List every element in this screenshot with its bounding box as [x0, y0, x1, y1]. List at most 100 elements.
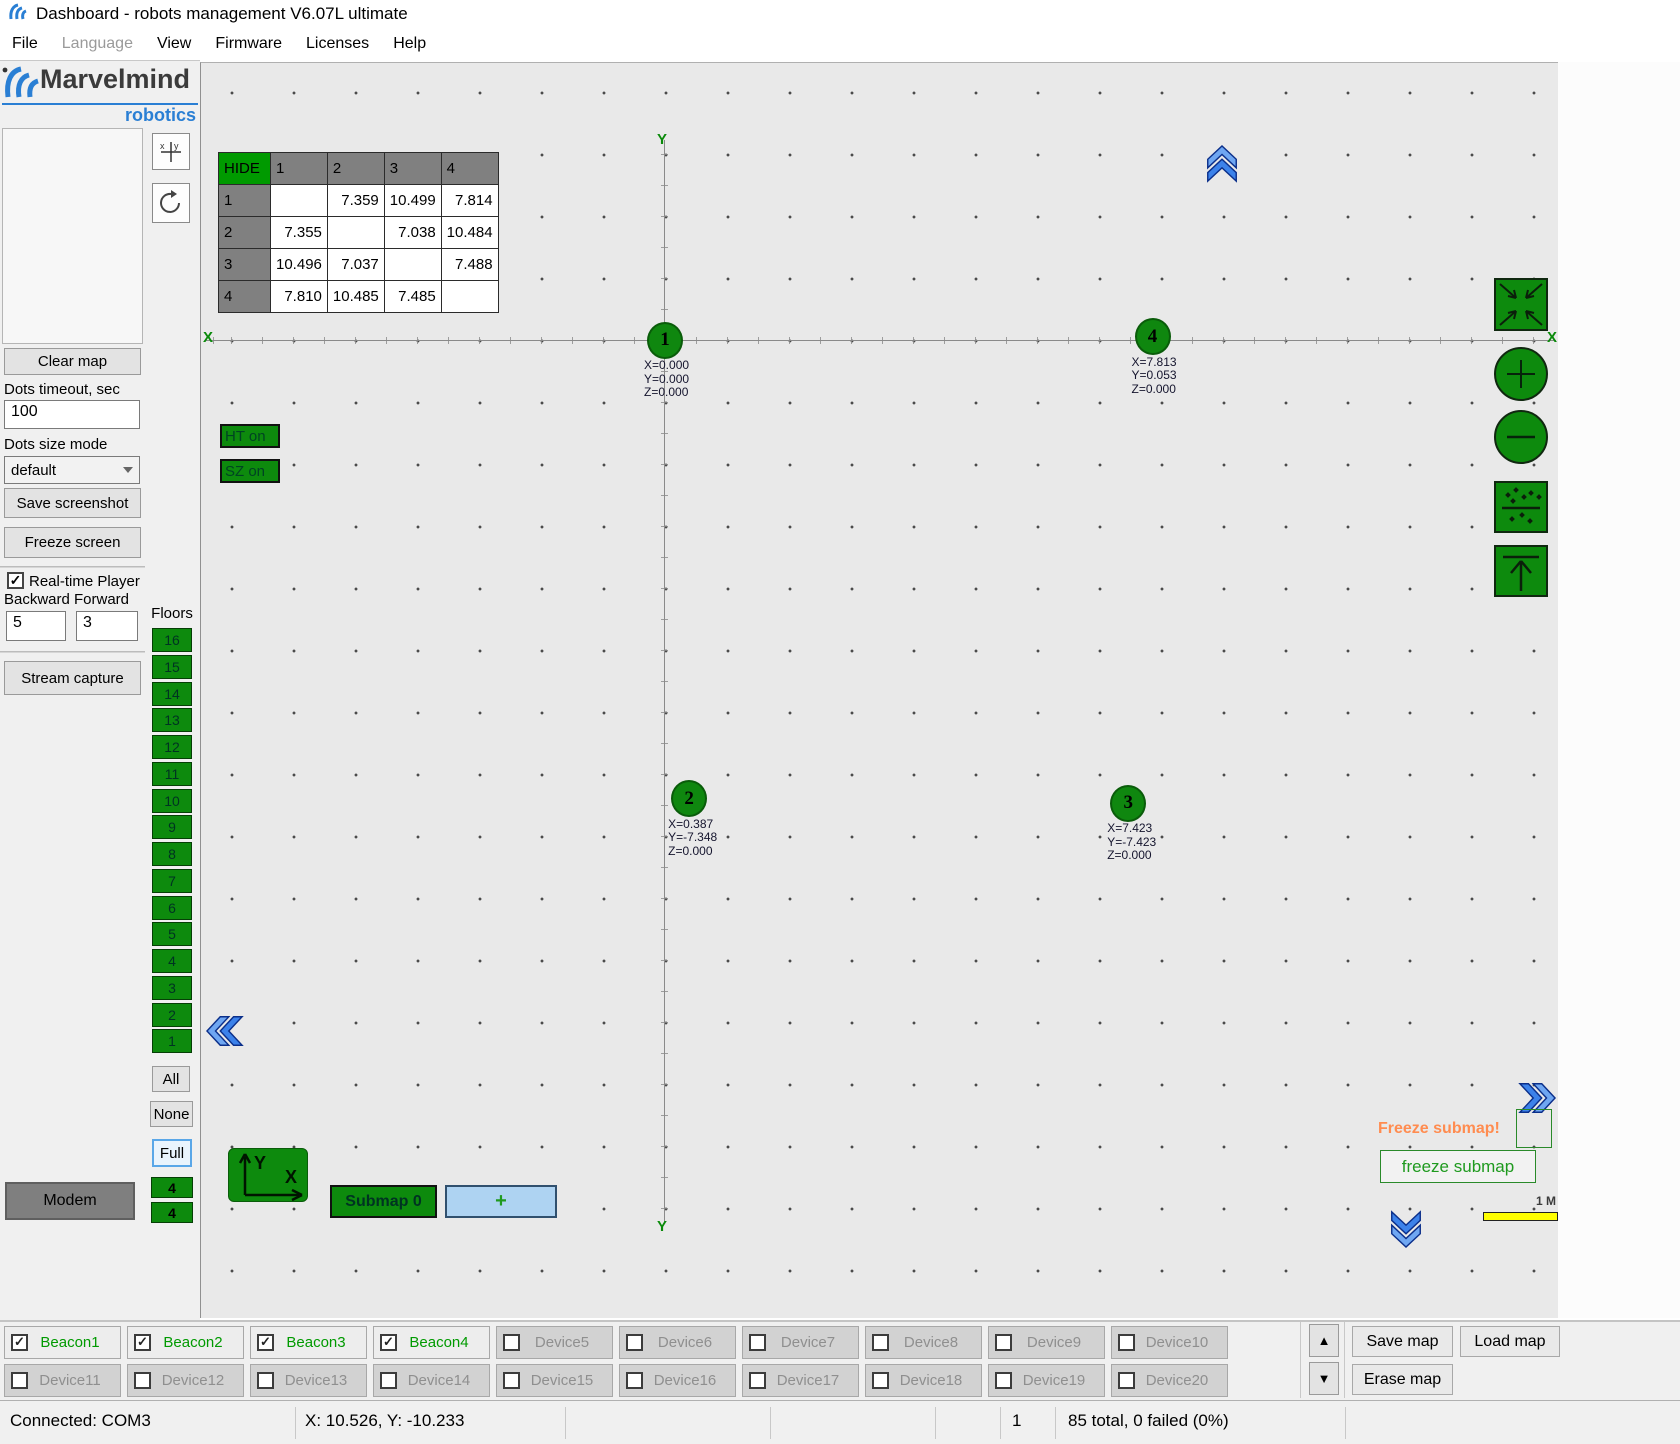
device-checkbox[interactable] — [11, 1372, 28, 1389]
matrix-hide-button[interactable]: HIDE — [219, 153, 271, 185]
device-checkbox[interactable]: ✓ — [134, 1334, 151, 1351]
menu-item-view[interactable]: View — [145, 32, 203, 56]
forward-input[interactable]: 3 — [76, 611, 138, 641]
dots-size-select[interactable]: default — [4, 456, 140, 484]
device-checkbox[interactable] — [872, 1372, 889, 1389]
submap-0-button[interactable]: Submap 0 — [330, 1185, 437, 1218]
device-button-device6[interactable]: Device6 — [619, 1326, 736, 1359]
device-button-device17[interactable]: Device17 — [742, 1364, 859, 1397]
sz-toggle-button[interactable]: SZ on — [220, 459, 280, 483]
submap-count-button[interactable]: 4 — [151, 1202, 193, 1223]
floors-none-button[interactable]: None — [150, 1101, 193, 1127]
floor-button-7[interactable]: 7 — [152, 869, 192, 893]
backward-input[interactable]: 5 — [6, 611, 66, 641]
floor-button-4[interactable]: 4 — [152, 949, 192, 973]
device-button-device20[interactable]: Device20 — [1111, 1364, 1228, 1397]
floor-button-13[interactable]: 13 — [152, 708, 192, 732]
clear-map-button[interactable]: Clear map — [4, 348, 141, 375]
floor-button-16[interactable]: 16 — [152, 628, 192, 652]
device-checkbox[interactable] — [380, 1372, 397, 1389]
device-button-device18[interactable]: Device18 — [865, 1364, 982, 1397]
floor-button-6[interactable]: 6 — [152, 896, 192, 920]
ht-toggle-button[interactable]: HT on — [220, 424, 280, 448]
realtime-player-checkbox[interactable]: ✓ — [7, 572, 24, 589]
device-checkbox[interactable] — [749, 1334, 766, 1351]
save-screenshot-button[interactable]: Save screenshot — [4, 488, 141, 518]
zoom-in-button[interactable] — [1494, 347, 1548, 401]
device-button-device19[interactable]: Device19 — [988, 1364, 1105, 1397]
device-button-beacon4[interactable]: ✓Beacon4 — [373, 1326, 490, 1359]
device-button-beacon1[interactable]: ✓Beacon1 — [4, 1326, 121, 1359]
device-button-device12[interactable]: Device12 — [127, 1364, 244, 1397]
device-checkbox[interactable] — [257, 1372, 274, 1389]
save-map-button[interactable]: Save map — [1352, 1326, 1453, 1357]
devices-scroll-down-button[interactable]: ▼ — [1309, 1362, 1339, 1395]
pan-up-chevron[interactable] — [1203, 144, 1241, 184]
floor-button-12[interactable]: 12 — [152, 735, 192, 759]
menu-item-language[interactable]: Language — [50, 32, 145, 56]
device-button-device14[interactable]: Device14 — [373, 1364, 490, 1397]
floor-button-9[interactable]: 9 — [152, 815, 192, 839]
fit-to-screen-button[interactable] — [1494, 278, 1548, 331]
floor-button-14[interactable]: 14 — [152, 682, 192, 706]
floor-button-11[interactable]: 11 — [152, 762, 192, 786]
device-checkbox[interactable] — [995, 1372, 1012, 1389]
device-button-device11[interactable]: Device11 — [4, 1364, 121, 1397]
floors-all-button[interactable]: All — [152, 1066, 190, 1092]
dots-filter-button[interactable] — [1494, 481, 1548, 533]
floor-button-5[interactable]: 5 — [152, 922, 192, 946]
freeze-submap-button[interactable]: freeze submap — [1380, 1150, 1536, 1183]
modem-button[interactable]: Modem — [5, 1182, 135, 1220]
device-button-device16[interactable]: Device16 — [619, 1364, 736, 1397]
menu-item-firmware[interactable]: Firmware — [203, 32, 294, 56]
floor-button-8[interactable]: 8 — [152, 842, 192, 866]
device-checkbox[interactable] — [503, 1372, 520, 1389]
device-button-device9[interactable]: Device9 — [988, 1326, 1105, 1359]
device-checkbox[interactable] — [626, 1334, 643, 1351]
beacon-marker-2[interactable]: 2 — [671, 780, 707, 817]
zoom-out-button[interactable] — [1494, 410, 1548, 464]
device-checkbox[interactable] — [749, 1372, 766, 1389]
add-submap-button[interactable]: + — [445, 1185, 557, 1218]
dots-timeout-input[interactable]: 100 — [4, 400, 140, 429]
load-map-button[interactable]: Load map — [1460, 1326, 1560, 1357]
erase-map-button[interactable]: Erase map — [1352, 1364, 1453, 1395]
pan-down-chevron[interactable] — [1387, 1208, 1425, 1250]
device-button-device13[interactable]: Device13 — [250, 1364, 367, 1397]
axes-tool-button[interactable]: x y — [152, 133, 190, 170]
device-button-device15[interactable]: Device15 — [496, 1364, 613, 1397]
device-button-device10[interactable]: Device10 — [1111, 1326, 1228, 1359]
floors-full-button[interactable]: Full — [152, 1139, 192, 1167]
device-checkbox[interactable] — [503, 1334, 520, 1351]
device-checkbox[interactable]: ✓ — [11, 1334, 28, 1351]
device-button-device7[interactable]: Device7 — [742, 1326, 859, 1359]
rotate-tool-button[interactable] — [152, 183, 190, 223]
floor-button-15[interactable]: 15 — [152, 655, 192, 679]
floor-button-3[interactable]: 3 — [152, 976, 192, 1000]
devices-scroll-up-button[interactable]: ▲ — [1309, 1324, 1339, 1357]
freeze-screen-button[interactable]: Freeze screen — [4, 527, 141, 558]
device-button-beacon3[interactable]: ✓Beacon3 — [250, 1326, 367, 1359]
device-checkbox[interactable]: ✓ — [380, 1334, 397, 1351]
submap-count-button[interactable]: 4 — [151, 1177, 193, 1198]
device-checkbox[interactable] — [134, 1372, 151, 1389]
menu-item-file[interactable]: File — [0, 32, 50, 56]
device-checkbox[interactable] — [995, 1334, 1012, 1351]
device-button-device5[interactable]: Device5 — [496, 1326, 613, 1359]
beacon-marker-1[interactable]: 1 — [647, 322, 683, 359]
menu-item-help[interactable]: Help — [381, 32, 438, 56]
stream-capture-button[interactable]: Stream capture — [4, 661, 141, 695]
freeze-submap-checkbox[interactable] — [1516, 1109, 1552, 1148]
menu-item-licenses[interactable]: Licenses — [294, 32, 381, 56]
device-button-device8[interactable]: Device8 — [865, 1326, 982, 1359]
device-checkbox[interactable] — [872, 1334, 889, 1351]
beacon-marker-3[interactable]: 3 — [1110, 785, 1146, 822]
beacon-marker-4[interactable]: 4 — [1135, 318, 1171, 355]
move-up-button[interactable] — [1494, 545, 1548, 597]
device-checkbox[interactable] — [1118, 1334, 1135, 1351]
floor-button-2[interactable]: 2 — [152, 1003, 192, 1027]
floor-button-1[interactable]: 1 — [152, 1029, 192, 1053]
device-checkbox[interactable]: ✓ — [257, 1334, 274, 1351]
floor-button-10[interactable]: 10 — [152, 789, 192, 813]
device-checkbox[interactable] — [1118, 1372, 1135, 1389]
